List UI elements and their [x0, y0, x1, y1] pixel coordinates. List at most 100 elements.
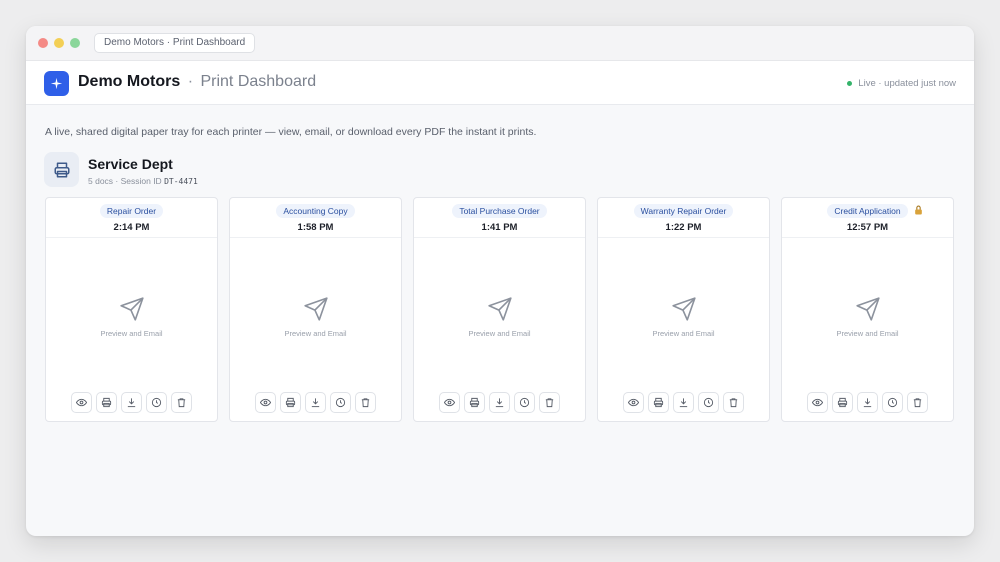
document-card[interactable]: Warranty Repair Order 1:22 PM Preview an…: [597, 197, 770, 422]
session-id: DT-4471: [164, 177, 198, 186]
brand-name: Demo Motors: [78, 73, 181, 90]
eye-icon: [444, 398, 455, 407]
preview-label: Preview and Email: [836, 329, 899, 338]
view-button[interactable]: [255, 392, 276, 413]
title-separator: ·: [187, 73, 194, 90]
print-button[interactable]: [648, 392, 669, 413]
trash-icon: [545, 398, 554, 408]
trash-icon: [177, 398, 186, 408]
document-title: Repair Order: [99, 204, 164, 218]
clock-icon: [887, 397, 898, 408]
document-card-header: Repair Order 2:14 PM: [46, 198, 217, 238]
view-button[interactable]: [623, 392, 644, 413]
document-card[interactable]: Repair Order 2:14 PM Preview and Email: [45, 197, 218, 422]
download-icon: [495, 398, 504, 408]
document-card[interactable]: Total Purchase Order 1:41 PM Preview and…: [413, 197, 586, 422]
app-header: Demo Motors · Print Dashboard Live · upd…: [26, 61, 974, 105]
print-button[interactable]: [832, 392, 853, 413]
document-cards: Repair Order 2:14 PM Preview and Email A…: [45, 197, 954, 422]
lock-icon: [914, 205, 923, 217]
document-time: 12:57 PM: [846, 222, 889, 233]
card-actions: [414, 392, 585, 413]
trash-icon: [913, 398, 922, 408]
page-subtitle: Print Dashboard: [200, 73, 317, 90]
card-actions: [782, 392, 953, 413]
send-icon: [119, 297, 144, 321]
document-card-header: Total Purchase Order 1:41 PM: [414, 198, 585, 238]
print-button[interactable]: [464, 392, 485, 413]
history-button[interactable]: [330, 392, 351, 413]
send-icon: [303, 297, 328, 321]
card-actions: [46, 392, 217, 413]
trash-icon: [729, 398, 738, 408]
preview-and-email-button[interactable]: Preview and Email: [46, 296, 217, 338]
history-button[interactable]: [698, 392, 719, 413]
sparkle-icon: [44, 71, 69, 96]
title-bar: Demo Motors · Print Dashboard: [26, 26, 974, 61]
print-button[interactable]: [96, 392, 117, 413]
delete-button[interactable]: [355, 392, 376, 413]
document-time: 2:14 PM: [113, 222, 150, 233]
document-card-header: Warranty Repair Order 1:22 PM: [598, 198, 769, 238]
download-button[interactable]: [489, 392, 510, 413]
app-window: Demo Motors · Print Dashboard Demo Motor…: [26, 26, 974, 536]
history-button[interactable]: [146, 392, 167, 413]
preview-and-email-button[interactable]: Preview and Email: [598, 296, 769, 338]
delete-button[interactable]: [171, 392, 192, 413]
print-button[interactable]: [280, 392, 301, 413]
clock-icon: [151, 397, 162, 408]
eye-icon: [628, 398, 639, 407]
document-card[interactable]: Credit Application 12:57 PM Preview and …: [781, 197, 954, 422]
view-button[interactable]: [439, 392, 460, 413]
clock-icon: [703, 397, 714, 408]
preview-and-email-button[interactable]: Preview and Email: [414, 296, 585, 338]
download-button[interactable]: [305, 392, 326, 413]
delete-button[interactable]: [907, 392, 928, 413]
delete-button[interactable]: [723, 392, 744, 413]
document-title: Total Purchase Order: [452, 204, 547, 218]
eye-icon: [260, 398, 271, 407]
printer-icon: [44, 152, 79, 187]
minimize-window-button[interactable]: [54, 38, 64, 48]
clock-icon: [519, 397, 530, 408]
preview-label: Preview and Email: [284, 329, 347, 338]
clock-icon: [335, 397, 346, 408]
printer-icon: [837, 397, 848, 408]
document-card[interactable]: Accounting Copy 1:58 PM Preview and Emai…: [229, 197, 402, 422]
history-button[interactable]: [514, 392, 535, 413]
download-button[interactable]: [673, 392, 694, 413]
document-card-header: Accounting Copy 1:58 PM: [230, 198, 401, 238]
document-card-header: Credit Application 12:57 PM: [782, 198, 953, 238]
intro-text: A live, shared digital paper tray for ea…: [45, 126, 537, 138]
printer-icon: [101, 397, 112, 408]
download-button[interactable]: [121, 392, 142, 413]
live-status-text: Live · updated just now: [858, 78, 956, 89]
preview-and-email-button[interactable]: Preview and Email: [230, 296, 401, 338]
card-actions: [230, 392, 401, 413]
live-status: Live · updated just now: [847, 78, 956, 89]
close-window-button[interactable]: [38, 38, 48, 48]
document-title: Credit Application: [827, 204, 908, 218]
document-time: 1:41 PM: [481, 222, 518, 233]
view-button[interactable]: [807, 392, 828, 413]
printer-icon: [653, 397, 664, 408]
document-title: Warranty Repair Order: [633, 204, 734, 218]
download-icon: [127, 398, 136, 408]
view-button[interactable]: [71, 392, 92, 413]
delete-button[interactable]: [539, 392, 560, 413]
trash-icon: [361, 398, 370, 408]
document-time: 1:22 PM: [665, 222, 702, 233]
download-button[interactable]: [857, 392, 878, 413]
preview-label: Preview and Email: [652, 329, 715, 338]
live-dot-icon: [847, 81, 853, 86]
department-name: Service Dept: [88, 156, 173, 172]
download-icon: [863, 398, 872, 408]
send-icon: [487, 297, 512, 321]
history-button[interactable]: [882, 392, 903, 413]
preview-and-email-button[interactable]: Preview and Email: [782, 296, 953, 338]
card-actions: [598, 392, 769, 413]
maximize-window-button[interactable]: [70, 38, 80, 48]
send-icon: [671, 297, 696, 321]
send-icon: [855, 297, 880, 321]
browser-tab[interactable]: Demo Motors · Print Dashboard: [94, 33, 256, 53]
